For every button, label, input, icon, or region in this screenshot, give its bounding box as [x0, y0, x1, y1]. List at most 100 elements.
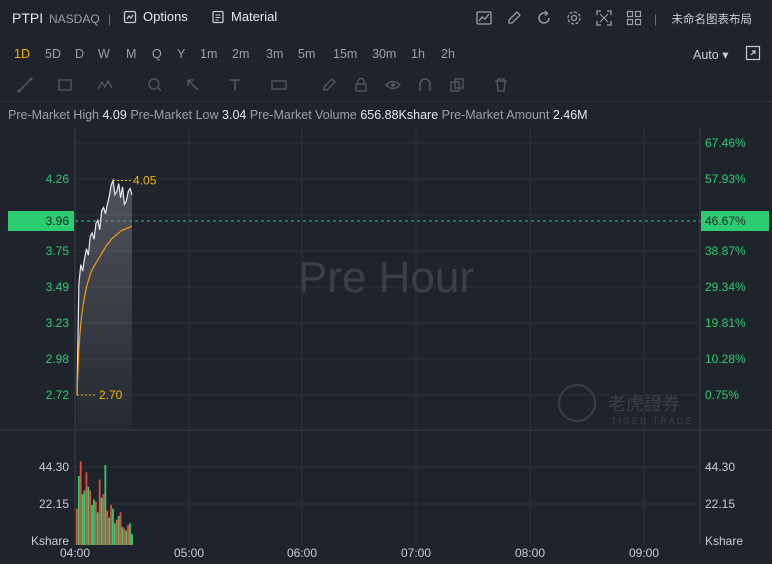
interval-1m[interactable]: 1m [200, 47, 217, 61]
fibonacci-tool-icon[interactable] [146, 76, 164, 94]
interval-1h[interactable]: 1h [411, 47, 425, 61]
volume-tick: 22.15 [705, 497, 735, 511]
interval-5d[interactable]: 5D [45, 47, 61, 61]
interval-3m[interactable]: 3m [266, 47, 283, 61]
volume-bar [127, 525, 130, 545]
interval-d[interactable]: D [75, 47, 84, 61]
settings-icon[interactable] [565, 9, 583, 27]
volume-bar [98, 479, 101, 545]
current-pct-label: 46.67% [705, 214, 746, 228]
measure-tool-icon[interactable] [270, 76, 288, 94]
volume-bar [104, 465, 107, 545]
interval-2m[interactable]: 2m [232, 47, 249, 61]
percent-tick: 57.93% [705, 172, 746, 186]
interval-m[interactable]: M [126, 47, 136, 61]
volume-bar [94, 501, 97, 545]
stat-label: Pre-Market Volume [249, 108, 357, 122]
refresh-icon[interactable] [535, 9, 553, 27]
divider [0, 101, 772, 102]
scale-mode-label: Auto [693, 48, 719, 62]
interval-1d[interactable]: 1D [14, 47, 30, 61]
interval-q[interactable]: Q [152, 47, 162, 61]
material-label: Material [231, 9, 278, 24]
text-tool-icon[interactable] [226, 76, 244, 94]
volume-tick: 22.15 [39, 497, 69, 511]
interval-w[interactable]: W [98, 47, 110, 61]
layout-grid-icon[interactable] [625, 9, 643, 27]
volume-bar [96, 512, 99, 545]
stat-value: 3.04 [222, 108, 247, 122]
volume-bar [81, 494, 84, 545]
percent-tick: 19.81% [705, 316, 746, 330]
options-label: Options [143, 9, 188, 24]
stat-label: Pre-Market High [8, 108, 99, 122]
percent-tick: 38.87% [705, 244, 746, 258]
percent-tick: 67.46% [705, 136, 746, 150]
interval-2h[interactable]: 2h [441, 47, 455, 61]
volume-bar [119, 512, 122, 545]
time-tick: 09:00 [629, 546, 659, 560]
interval-30m[interactable]: 30m [372, 47, 396, 61]
stat-label: Pre-Market Amount [441, 108, 550, 122]
options-icon [123, 10, 137, 23]
volume-bar [108, 517, 111, 545]
options-button[interactable]: Options [123, 9, 188, 24]
arrow-tool-icon[interactable] [184, 76, 202, 94]
pattern-tool-icon[interactable] [96, 76, 114, 94]
volume-bar [91, 505, 93, 545]
price-chart[interactable]: Pre Hour 老虎證券TIGER TRADE 4.26 3.75 3.49 3.23 2… [0, 128, 772, 564]
volume-bar [117, 515, 120, 545]
volume-bar [77, 475, 80, 545]
percent-tick: 0.75% [705, 388, 739, 402]
price-tick: 3.75 [46, 244, 70, 258]
time-tick: 06:00 [287, 546, 317, 560]
volume-bar [102, 494, 105, 545]
volume-bar [106, 510, 109, 545]
tiger-logo-icon [558, 384, 596, 422]
volume-bar [125, 530, 128, 545]
volume-bar [123, 528, 126, 545]
volume-bar [76, 508, 78, 545]
volume-bar [89, 490, 92, 545]
stat-value: 2.46M [552, 108, 588, 122]
eye-icon[interactable] [384, 76, 402, 94]
volume-tick: 44.30 [39, 460, 69, 474]
stat-value: 4.09 [102, 108, 127, 122]
rectangle-tool-icon[interactable] [56, 76, 74, 94]
separator: | [108, 12, 112, 26]
min-price-label: 2.70 [99, 388, 123, 402]
lock-icon[interactable] [352, 76, 370, 94]
trend-line-tool-icon[interactable] [16, 76, 34, 94]
interval-y[interactable]: Y [177, 47, 185, 61]
magnet-icon[interactable] [416, 76, 434, 94]
current-price-label: 3.96 [46, 214, 70, 228]
volume-bar [129, 523, 131, 545]
volume-unit: Kshare [705, 534, 743, 548]
price-tick: 3.23 [46, 316, 70, 330]
time-tick: 04:00 [60, 546, 90, 560]
interval-5m[interactable]: 5m [298, 47, 315, 61]
fullscreen-icon[interactable] [595, 9, 613, 27]
pre-market-stats: Pre-Market High 4.09 Pre-Market Low 3.04… [8, 108, 588, 122]
time-tick: 07:00 [401, 546, 431, 560]
pencil-icon[interactable] [320, 76, 338, 94]
price-tick: 2.98 [46, 352, 70, 366]
interval-15m[interactable]: 15m [333, 47, 357, 61]
brand-watermark: 老虎證券 [608, 394, 680, 415]
separator: | [654, 12, 658, 26]
material-button[interactable]: Material [211, 9, 277, 24]
volume-bar [131, 534, 133, 545]
volume-bar [83, 490, 86, 545]
stat-label: Pre-Market Low [130, 108, 219, 122]
volume-bar [110, 505, 112, 545]
edit-icon[interactable] [505, 9, 523, 27]
copy-icon[interactable] [448, 76, 466, 94]
scale-mode-select[interactable]: Auto ▾ [693, 47, 728, 62]
layout-name-menu[interactable]: 未命名图表布局 [672, 11, 753, 27]
chart-type-icon[interactable] [475, 9, 493, 27]
trash-icon[interactable] [492, 76, 510, 94]
expand-icon[interactable] [745, 45, 761, 61]
brand-watermark-sub: TIGER TRADE [611, 416, 693, 426]
volume-bar [79, 461, 82, 545]
percent-tick: 10.28% [705, 352, 746, 366]
